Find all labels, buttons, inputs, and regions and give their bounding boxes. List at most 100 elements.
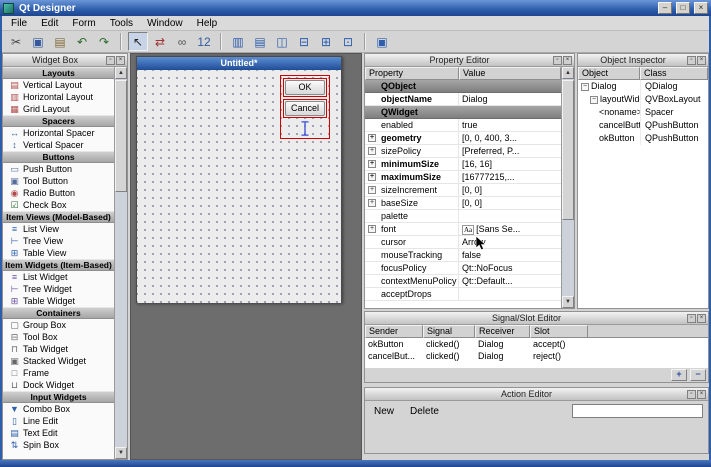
float-icon[interactable]: ▫ [687, 314, 696, 323]
paste-icon[interactable]: ▤ [50, 32, 70, 51]
widget-item-tab-widget[interactable]: ⊓Tab Widget [3, 343, 114, 355]
widget-item-group-box[interactable]: ▢Group Box [3, 319, 114, 331]
widget-item-table-widget[interactable]: ⊞Table Widget [3, 295, 114, 307]
redo-icon[interactable]: ↷ [94, 32, 114, 51]
object-inspector-header[interactable]: Object Inspector ▫ × [578, 54, 708, 67]
edit-signals-slots-icon[interactable]: ⇄ [150, 32, 170, 51]
widget-item-stacked-widget[interactable]: ▣Stacked Widget [3, 355, 114, 367]
scroll-up-icon[interactable]: ▲ [562, 67, 574, 79]
signal-slot-editor-header[interactable]: Signal/Slot Editor ▫ × [365, 312, 708, 325]
menu-window[interactable]: Window [140, 17, 190, 30]
adjust-size-icon[interactable]: ⊡ [338, 32, 358, 51]
signal-row-okbutton[interactable]: okButtonclicked()Dialogaccept() [365, 338, 708, 350]
float-icon[interactable]: ▫ [687, 56, 696, 65]
widget-item-check-box[interactable]: ☑Check Box [3, 199, 114, 211]
layout-selection-rect[interactable]: OK Cancel [280, 75, 330, 139]
close-icon[interactable]: × [116, 56, 125, 65]
maximize-button[interactable]: □ [676, 2, 690, 14]
widget-item-frame[interactable]: □Frame [3, 367, 114, 379]
scroll-down-icon[interactable]: ▼ [562, 296, 574, 308]
widgetbox-section-item-widgets-item-based[interactable]: Item Widgets (Item-Based) [3, 259, 114, 271]
scroll-up-icon[interactable]: ▲ [115, 67, 127, 79]
column-receiver[interactable]: Receiver [475, 325, 530, 338]
widget-item-text-edit[interactable]: ▤Text Edit [3, 427, 114, 439]
widget-item-combo-box[interactable]: ▼Combo Box [3, 403, 114, 415]
float-icon[interactable]: ▫ [687, 390, 696, 399]
column-object[interactable]: Object [578, 67, 640, 80]
widgetbox-scrollbar[interactable]: ▲ ▼ [114, 67, 127, 459]
new-action-button[interactable]: New [370, 405, 398, 418]
property-scrollbar[interactable]: ▲ ▼ [561, 67, 574, 308]
expand-icon[interactable]: + [368, 186, 376, 194]
float-icon[interactable]: ▫ [106, 56, 115, 65]
layout-vertical-icon[interactable]: ▤ [250, 32, 270, 51]
widget-item-table-view[interactable]: ⊞Table View [3, 247, 114, 259]
expand-icon[interactable]: + [368, 225, 376, 233]
edit-widgets-icon[interactable]: ↖ [128, 32, 148, 51]
delete-action-button[interactable]: Delete [406, 405, 443, 418]
property-row-sizeincrement[interactable]: +sizeIncrement[0, 0] [365, 184, 561, 197]
widget-item-vertical-spacer[interactable]: ↕Vertical Spacer [3, 139, 114, 151]
expand-icon[interactable]: + [368, 160, 376, 168]
property-row-font[interactable]: +fontAa[Sans Se... [365, 223, 561, 236]
property-row-basesize[interactable]: +baseSize[0, 0] [365, 197, 561, 210]
close-icon[interactable]: × [697, 56, 706, 65]
edit-buddies-icon[interactable]: ∞ [172, 32, 192, 51]
inspector-row-cancelbutton[interactable]: cancelButtonQPushButton [578, 119, 708, 132]
cancel-button[interactable]: Cancel [285, 101, 325, 116]
widget-box-header[interactable]: Widget Box ▫ × [3, 54, 127, 67]
widgetbox-section-layouts[interactable]: Layouts [3, 67, 114, 79]
scrollbar-thumb[interactable] [562, 80, 574, 220]
column-slot[interactable]: Slot [530, 325, 588, 338]
widget-item-vertical-layout[interactable]: ▤Vertical Layout [3, 79, 114, 91]
property-row-acceptdrops[interactable]: acceptDrops [365, 288, 561, 301]
widget-item-push-button[interactable]: ▭Push Button [3, 163, 114, 175]
form-titlebar[interactable]: Untitled* [137, 57, 341, 70]
column-signal[interactable]: Signal [423, 325, 475, 338]
property-row-sizepolicy[interactable]: +sizePolicy[Preferred, P... [365, 145, 561, 158]
property-row-maximumsize[interactable]: +maximumSize[16777215,... [365, 171, 561, 184]
column-sender[interactable]: Sender [365, 325, 423, 338]
cut-icon[interactable]: ✂ [6, 32, 26, 51]
widget-item-radio-button[interactable]: ◉Radio Button [3, 187, 114, 199]
mdi-area[interactable]: Untitled* OK Cancel [130, 53, 362, 460]
vertical-spacer-icon[interactable] [299, 121, 311, 136]
minimize-button[interactable]: – [658, 2, 672, 14]
column-property[interactable]: Property [365, 67, 459, 80]
widget-item-tool-button[interactable]: ▣Tool Button [3, 175, 114, 187]
widget-item-tool-box[interactable]: ⊟Tool Box [3, 331, 114, 343]
inspector-row-layoutwidget[interactable]: −layoutWidgetQVBoxLayout [578, 93, 708, 106]
property-row-cursor[interactable]: cursorArrow [365, 236, 561, 249]
layout-split-vertical-icon[interactable]: ⊟ [294, 32, 314, 51]
widgetbox-section-item-views-model-based[interactable]: Item Views (Model-Based) [3, 211, 114, 223]
close-button[interactable]: × [694, 2, 708, 14]
widget-item-tree-view[interactable]: ⊢Tree View [3, 235, 114, 247]
signal-row-cancelbut[interactable]: cancelBut...clicked()Dialogreject() [365, 350, 708, 362]
inspector-row-okbutton[interactable]: okButtonQPushButton [578, 132, 708, 145]
layout-horizontal-icon[interactable]: ▥ [228, 32, 248, 51]
form-window[interactable]: Untitled* OK Cancel [136, 56, 342, 303]
menu-form[interactable]: Form [65, 17, 102, 30]
close-icon[interactable]: × [563, 56, 572, 65]
widgetbox-section-input-widgets[interactable]: Input Widgets [3, 391, 114, 403]
menu-tools[interactable]: Tools [103, 17, 140, 30]
copy-icon[interactable]: ▣ [28, 32, 48, 51]
collapse-icon[interactable]: − [590, 96, 598, 104]
property-row-palette[interactable]: palette [365, 210, 561, 223]
ok-button[interactable]: OK [285, 80, 325, 95]
remove-connection-button[interactable]: − [690, 369, 706, 381]
undo-icon[interactable]: ↶ [72, 32, 92, 51]
widget-item-horizontal-spacer[interactable]: ↔Horizontal Spacer [3, 127, 114, 139]
expand-icon[interactable]: + [368, 134, 376, 142]
property-row-objectname[interactable]: objectNameDialog [365, 93, 561, 106]
layout-grid-icon[interactable]: ⊞ [316, 32, 336, 51]
edit-tab-order-icon[interactable]: 12 [194, 32, 214, 51]
column-class[interactable]: Class [640, 67, 708, 80]
widgetbox-section-containers[interactable]: Containers [3, 307, 114, 319]
widget-item-list-widget[interactable]: ≡List Widget [3, 271, 114, 283]
scroll-down-icon[interactable]: ▼ [115, 447, 127, 459]
column-value[interactable]: Value [459, 67, 561, 80]
inspector-row-noname[interactable]: <noname>Spacer [578, 106, 708, 119]
widgetbox-section-buttons[interactable]: Buttons [3, 151, 114, 163]
widget-item-tree-widget[interactable]: ⊢Tree Widget [3, 283, 114, 295]
